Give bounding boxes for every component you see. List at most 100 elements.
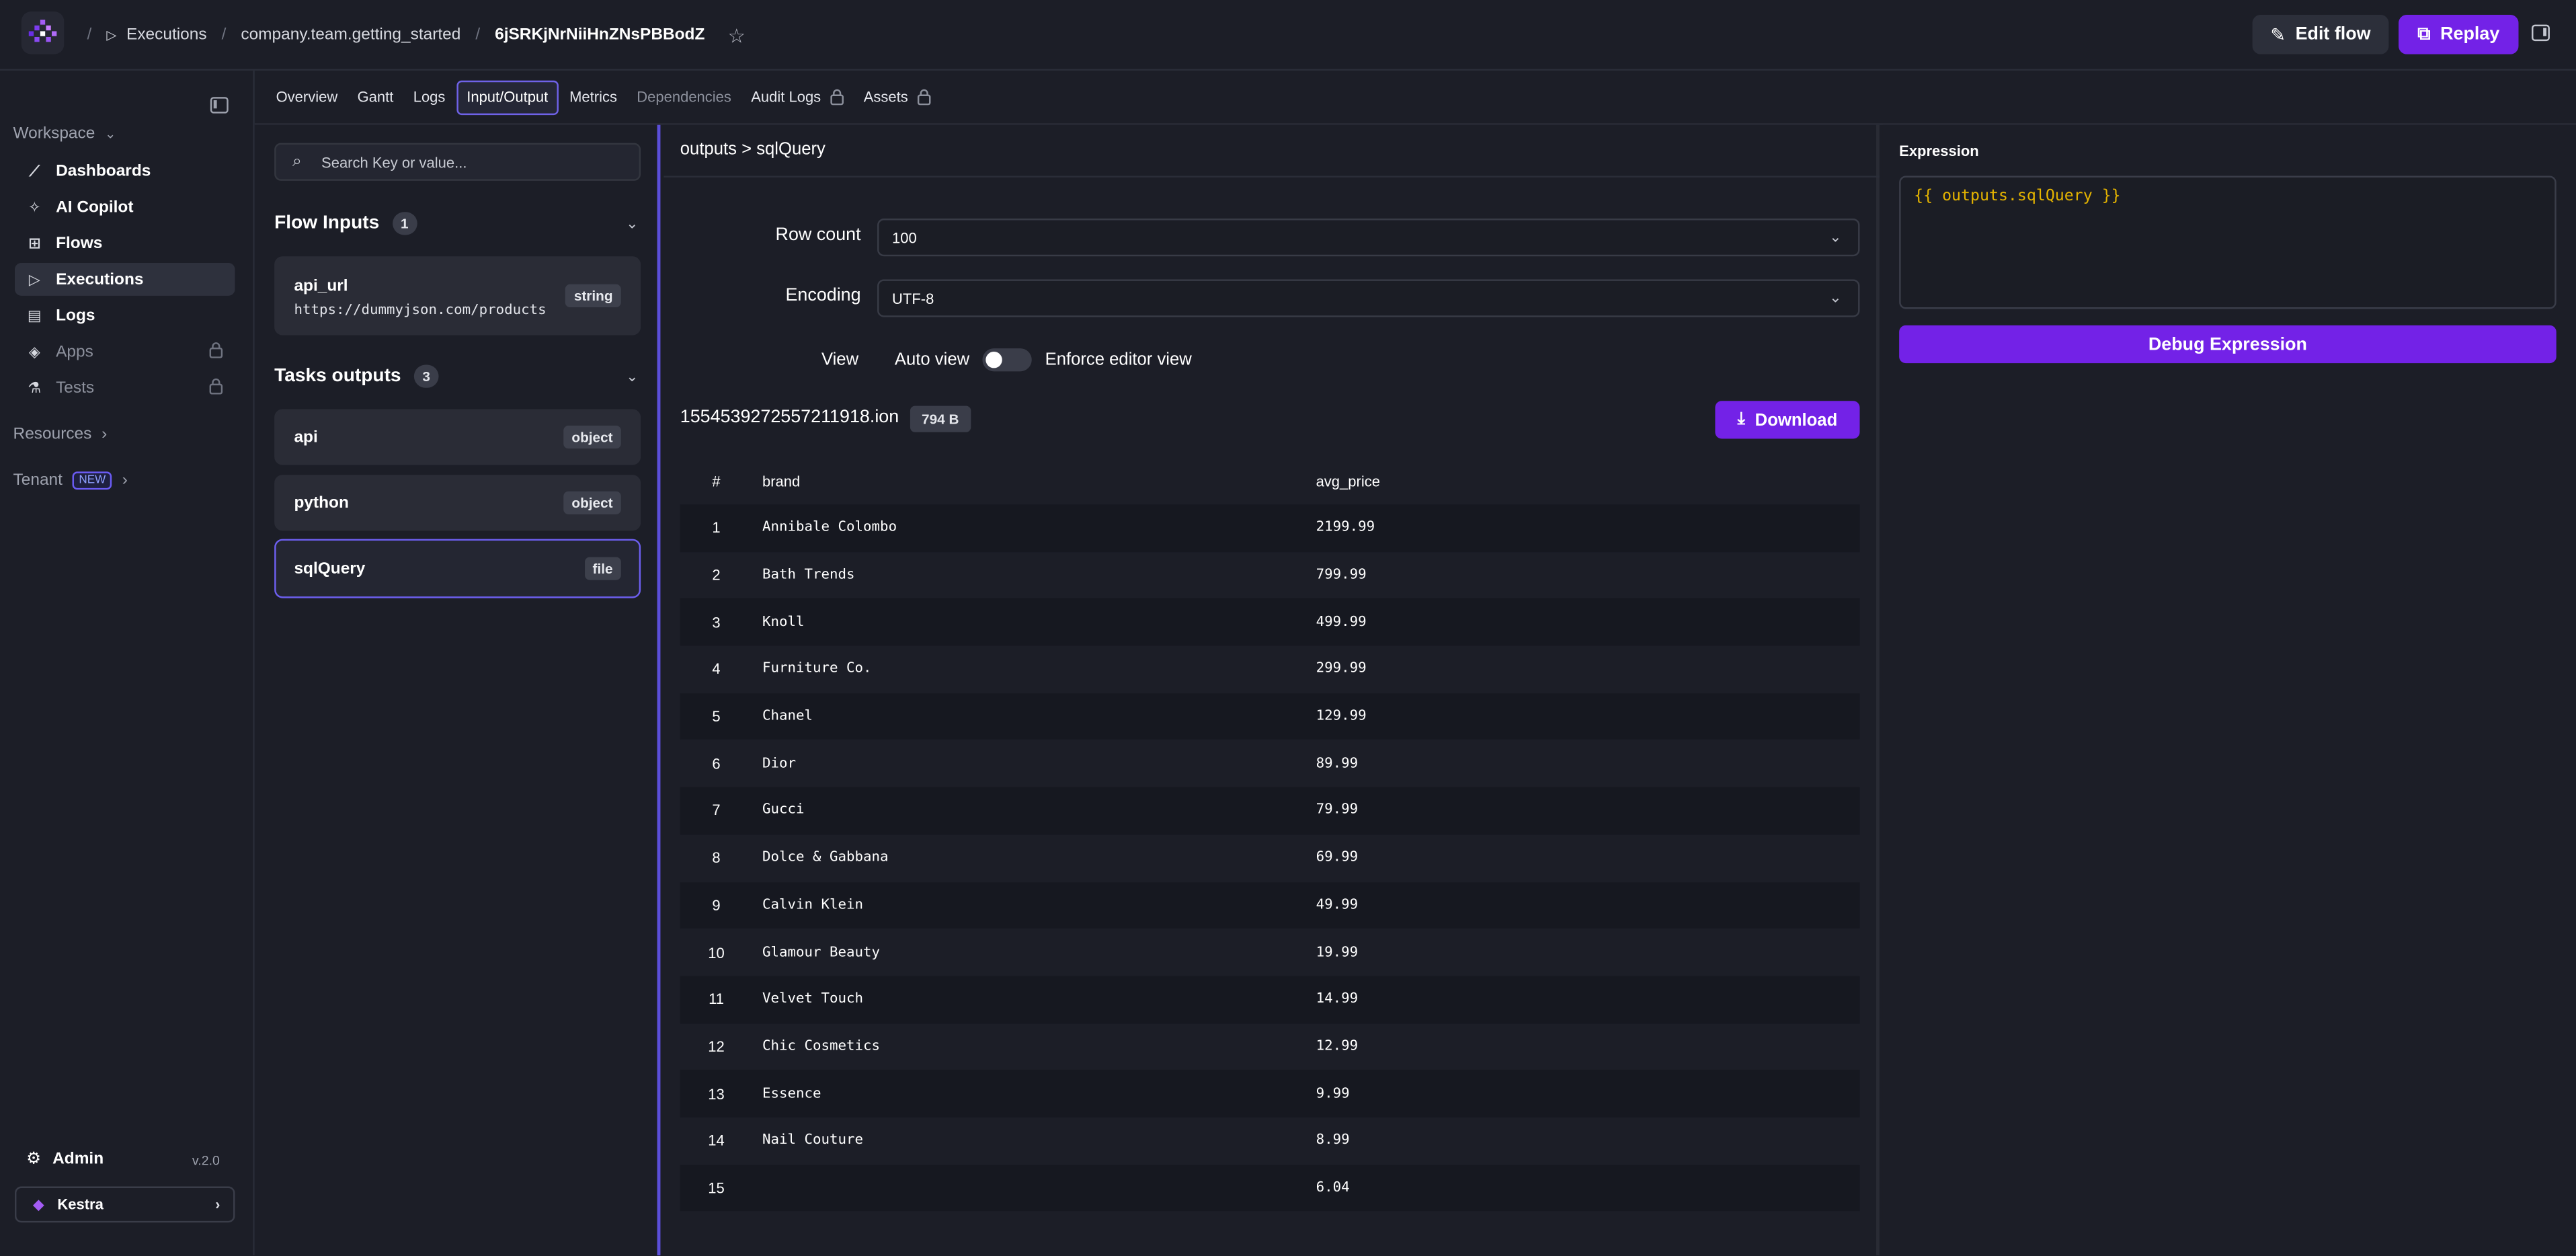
play-icon: ▷ bbox=[106, 28, 117, 43]
flow-inputs-header[interactable]: Flow Inputs 1 bbox=[274, 212, 417, 235]
brand-cell: Nail Couture bbox=[762, 1132, 864, 1149]
expression-label: Expression bbox=[1899, 143, 1979, 160]
tab-overview[interactable]: Overview bbox=[268, 80, 346, 114]
tab-label: Audit Logs bbox=[751, 88, 821, 106]
sidebar-item-label: Apps bbox=[56, 342, 93, 361]
lock-icon bbox=[830, 89, 844, 106]
encoding-select[interactable]: UTF-8 ⌄ bbox=[877, 279, 1860, 317]
tenant-section[interactable]: Tenant NEW › bbox=[13, 471, 128, 490]
view-mode-row: View Auto view Enforce editor view bbox=[821, 348, 1192, 372]
avg-price-cell: 799.99 bbox=[1316, 567, 1367, 584]
table-body: 1 Annibale Colombo 2199.99 2 Bath Trends 799.… bbox=[680, 504, 1860, 1212]
search-placeholder: Search Key or value... bbox=[321, 153, 467, 170]
input-name: api_url bbox=[294, 278, 348, 296]
download-button[interactable]: ⤓ Download bbox=[1715, 401, 1860, 439]
resources-label: Resources bbox=[13, 425, 92, 444]
table-row: 14 Nail Couture 8.99 bbox=[680, 1117, 1860, 1165]
table-row: 15 6.04 bbox=[680, 1164, 1860, 1212]
download-label: Download bbox=[1755, 409, 1838, 430]
row-index: 9 bbox=[712, 896, 721, 914]
tenant-switcher[interactable]: ◆ Kestra › bbox=[14, 1186, 235, 1223]
output-name: python bbox=[294, 494, 349, 513]
input-card-api-url[interactable]: api_url https://dummyjson.com/products s… bbox=[274, 256, 641, 336]
avg-price-cell: 79.99 bbox=[1316, 802, 1359, 820]
edit-flow-button[interactable]: ✎ Edit flow bbox=[2252, 14, 2389, 54]
row-count-label: Row count bbox=[775, 225, 861, 245]
sidebar-item-flows[interactable]: ⊞ Flows bbox=[15, 227, 235, 260]
type-badge: object bbox=[563, 425, 621, 449]
tab-logs[interactable]: Logs bbox=[405, 80, 453, 114]
resources-section[interactable]: Resources › bbox=[13, 426, 108, 444]
collapse-sidebar-icon[interactable] bbox=[210, 97, 229, 114]
output-preview-panel: outputs > sqlQuery Row count 100 ⌄ Encod… bbox=[663, 124, 1880, 1256]
output-name: sqlQuery bbox=[294, 560, 366, 579]
version-label: v.2.0 bbox=[192, 1153, 220, 1169]
type-badge: file bbox=[584, 557, 621, 580]
sidebar-item-label: Dashboards bbox=[56, 161, 151, 180]
breadcrumb-flow[interactable]: company.team.getting_started bbox=[241, 26, 460, 44]
tab-audit-logs[interactable]: Audit Logs bbox=[743, 80, 852, 114]
brand-cell: Glamour Beauty bbox=[762, 944, 881, 961]
sidebar-item-executions[interactable]: ▷ Executions bbox=[14, 263, 235, 296]
file-name: 1554539272557211918.ion bbox=[680, 407, 899, 428]
download-icon: ⤓ bbox=[1737, 409, 1745, 429]
avg-price-cell: 49.99 bbox=[1316, 896, 1359, 914]
output-card-sqlquery[interactable]: sqlQuery file bbox=[274, 539, 641, 598]
chevron-down-icon[interactable]: ⌄ bbox=[626, 368, 638, 386]
workspace-section[interactable]: Workspace ⌄ bbox=[13, 125, 116, 143]
tab-dependencies[interactable]: Dependencies bbox=[629, 80, 739, 114]
search-input[interactable]: ⌕ Search Key or value... bbox=[274, 143, 641, 181]
row-index: 1 bbox=[712, 520, 721, 537]
flask-icon: ⚗ bbox=[28, 379, 42, 395]
layers-icon: ◈ bbox=[28, 342, 40, 359]
row-index: 12 bbox=[708, 1038, 725, 1055]
sidebar-item-logs[interactable]: ▤ Logs bbox=[15, 299, 235, 332]
tab-input-output[interactable]: Input/Output bbox=[456, 79, 558, 114]
play-icon: ▷ bbox=[28, 270, 40, 287]
star-icon[interactable]: ☆ bbox=[728, 24, 746, 46]
sidebar-item-dashboards[interactable]: ⟋ Dashboards bbox=[15, 155, 235, 188]
sidebar-item-ai-copilot[interactable]: ✧ AI Copilot bbox=[15, 190, 235, 223]
sidebar-item-label: Tests bbox=[56, 379, 95, 397]
brand-cell: Annibale Colombo bbox=[762, 520, 897, 537]
tab-metrics[interactable]: Metrics bbox=[561, 80, 625, 114]
debug-expression-button[interactable]: Debug Expression bbox=[1899, 325, 2557, 364]
edit-flow-label: Edit flow bbox=[2295, 24, 2371, 44]
file-size-badge: 794 B bbox=[910, 405, 971, 432]
tab-assets[interactable]: Assets bbox=[856, 80, 940, 114]
kestra-logo[interactable] bbox=[21, 11, 65, 54]
row-count-select[interactable]: 100 ⌄ bbox=[877, 219, 1860, 257]
search-icon: ⌕ bbox=[292, 153, 302, 171]
flow-inputs-count: 1 bbox=[392, 212, 417, 235]
brand-cell: Calvin Klein bbox=[762, 896, 864, 914]
enforce-editor-label: Enforce editor view bbox=[1045, 350, 1192, 370]
top-bar: / ▷ Executions / company.team.getting_st… bbox=[0, 0, 2576, 71]
sidebar: Workspace ⌄ ⟋ Dashboards ✧ AI Copilot ⊞ … bbox=[0, 71, 255, 1256]
brand-cell: Essence bbox=[762, 1085, 821, 1102]
task-outputs-header[interactable]: Tasks outputs 3 bbox=[274, 364, 439, 388]
kestra-logo-icon bbox=[28, 19, 57, 42]
output-card-api[interactable]: api object bbox=[274, 409, 641, 465]
breadcrumb-execution-id: 6jSRKjNrNiiHnZNsPBBodZ bbox=[495, 26, 705, 44]
expression-editor[interactable]: {{ outputs.sqlQuery }} bbox=[1899, 175, 2557, 309]
view-mode-toggle[interactable] bbox=[982, 348, 1033, 372]
chevron-down-icon[interactable]: ⌄ bbox=[626, 215, 638, 233]
output-card-python[interactable]: python object bbox=[274, 475, 641, 531]
breadcrumb-executions[interactable]: Executions bbox=[126, 26, 207, 44]
row-count-value: 100 bbox=[892, 229, 917, 246]
side-panel-toggle-icon[interactable] bbox=[2532, 24, 2550, 42]
tab-gantt[interactable]: Gantt bbox=[349, 80, 401, 114]
table-row: 9 Calvin Klein 49.99 bbox=[680, 881, 1860, 929]
breadcrumb-separator: / bbox=[221, 26, 227, 44]
io-tree-panel: ⌕ Search Key or value... Flow Inputs 1 ⌄… bbox=[254, 124, 661, 1256]
sidebar-item-tests[interactable]: ⚗ Tests bbox=[15, 371, 235, 404]
new-badge: NEW bbox=[72, 471, 113, 490]
type-badge: string bbox=[565, 284, 621, 308]
admin-link[interactable]: ⚙ Admin bbox=[26, 1150, 104, 1169]
sidebar-item-apps[interactable]: ◈ Apps bbox=[15, 336, 235, 368]
expression-panel: Expression {{ outputs.sqlQuery }} Debug … bbox=[1882, 124, 2576, 1256]
replay-button[interactable]: ⧉ Replay bbox=[2399, 14, 2519, 54]
row-index: 13 bbox=[708, 1085, 725, 1102]
avg-price-cell: 12.99 bbox=[1316, 1038, 1359, 1055]
encoding-value: UTF-8 bbox=[892, 290, 934, 307]
